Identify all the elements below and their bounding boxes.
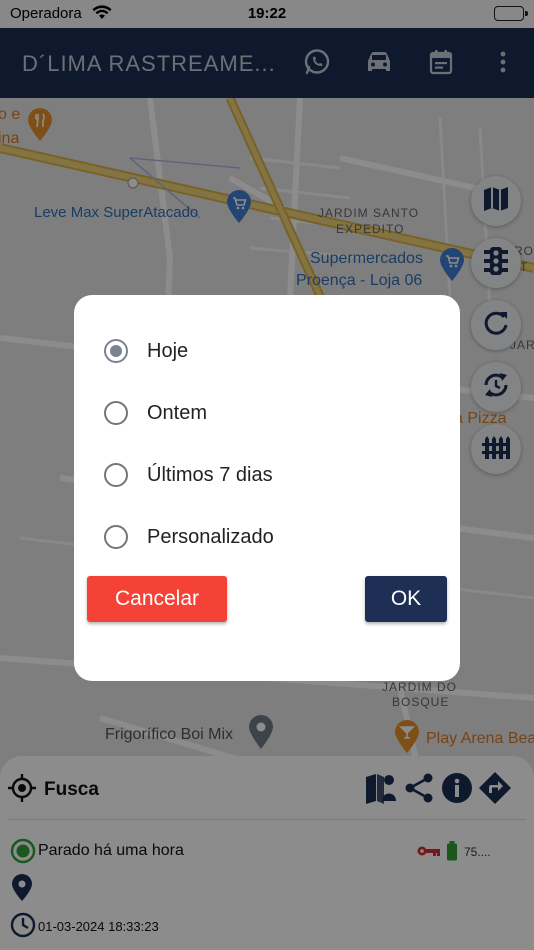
ok-button[interactable]: OK <box>365 576 447 622</box>
option-label: Últimos 7 dias <box>147 463 273 486</box>
option-hoje[interactable]: Hoje <box>104 331 434 371</box>
option-label: Personalizado <box>147 525 274 548</box>
radio-unchecked-icon[interactable] <box>104 401 128 425</box>
option-ontem[interactable]: Ontem <box>104 393 434 433</box>
option-label: Hoje <box>147 339 189 362</box>
option-personalizado[interactable]: Personalizado <box>104 517 434 557</box>
option-ultimos-7-dias[interactable]: Últimos 7 dias <box>104 455 434 495</box>
option-label: Ontem <box>147 401 208 424</box>
radio-unchecked-icon[interactable] <box>104 525 128 549</box>
radio-unchecked-icon[interactable] <box>104 463 128 487</box>
radio-checked-icon[interactable] <box>104 339 128 363</box>
period-dialog: Hoje Ontem Últimos 7 dias Personalizado … <box>74 295 460 681</box>
cancel-button[interactable]: Cancelar <box>87 576 227 622</box>
